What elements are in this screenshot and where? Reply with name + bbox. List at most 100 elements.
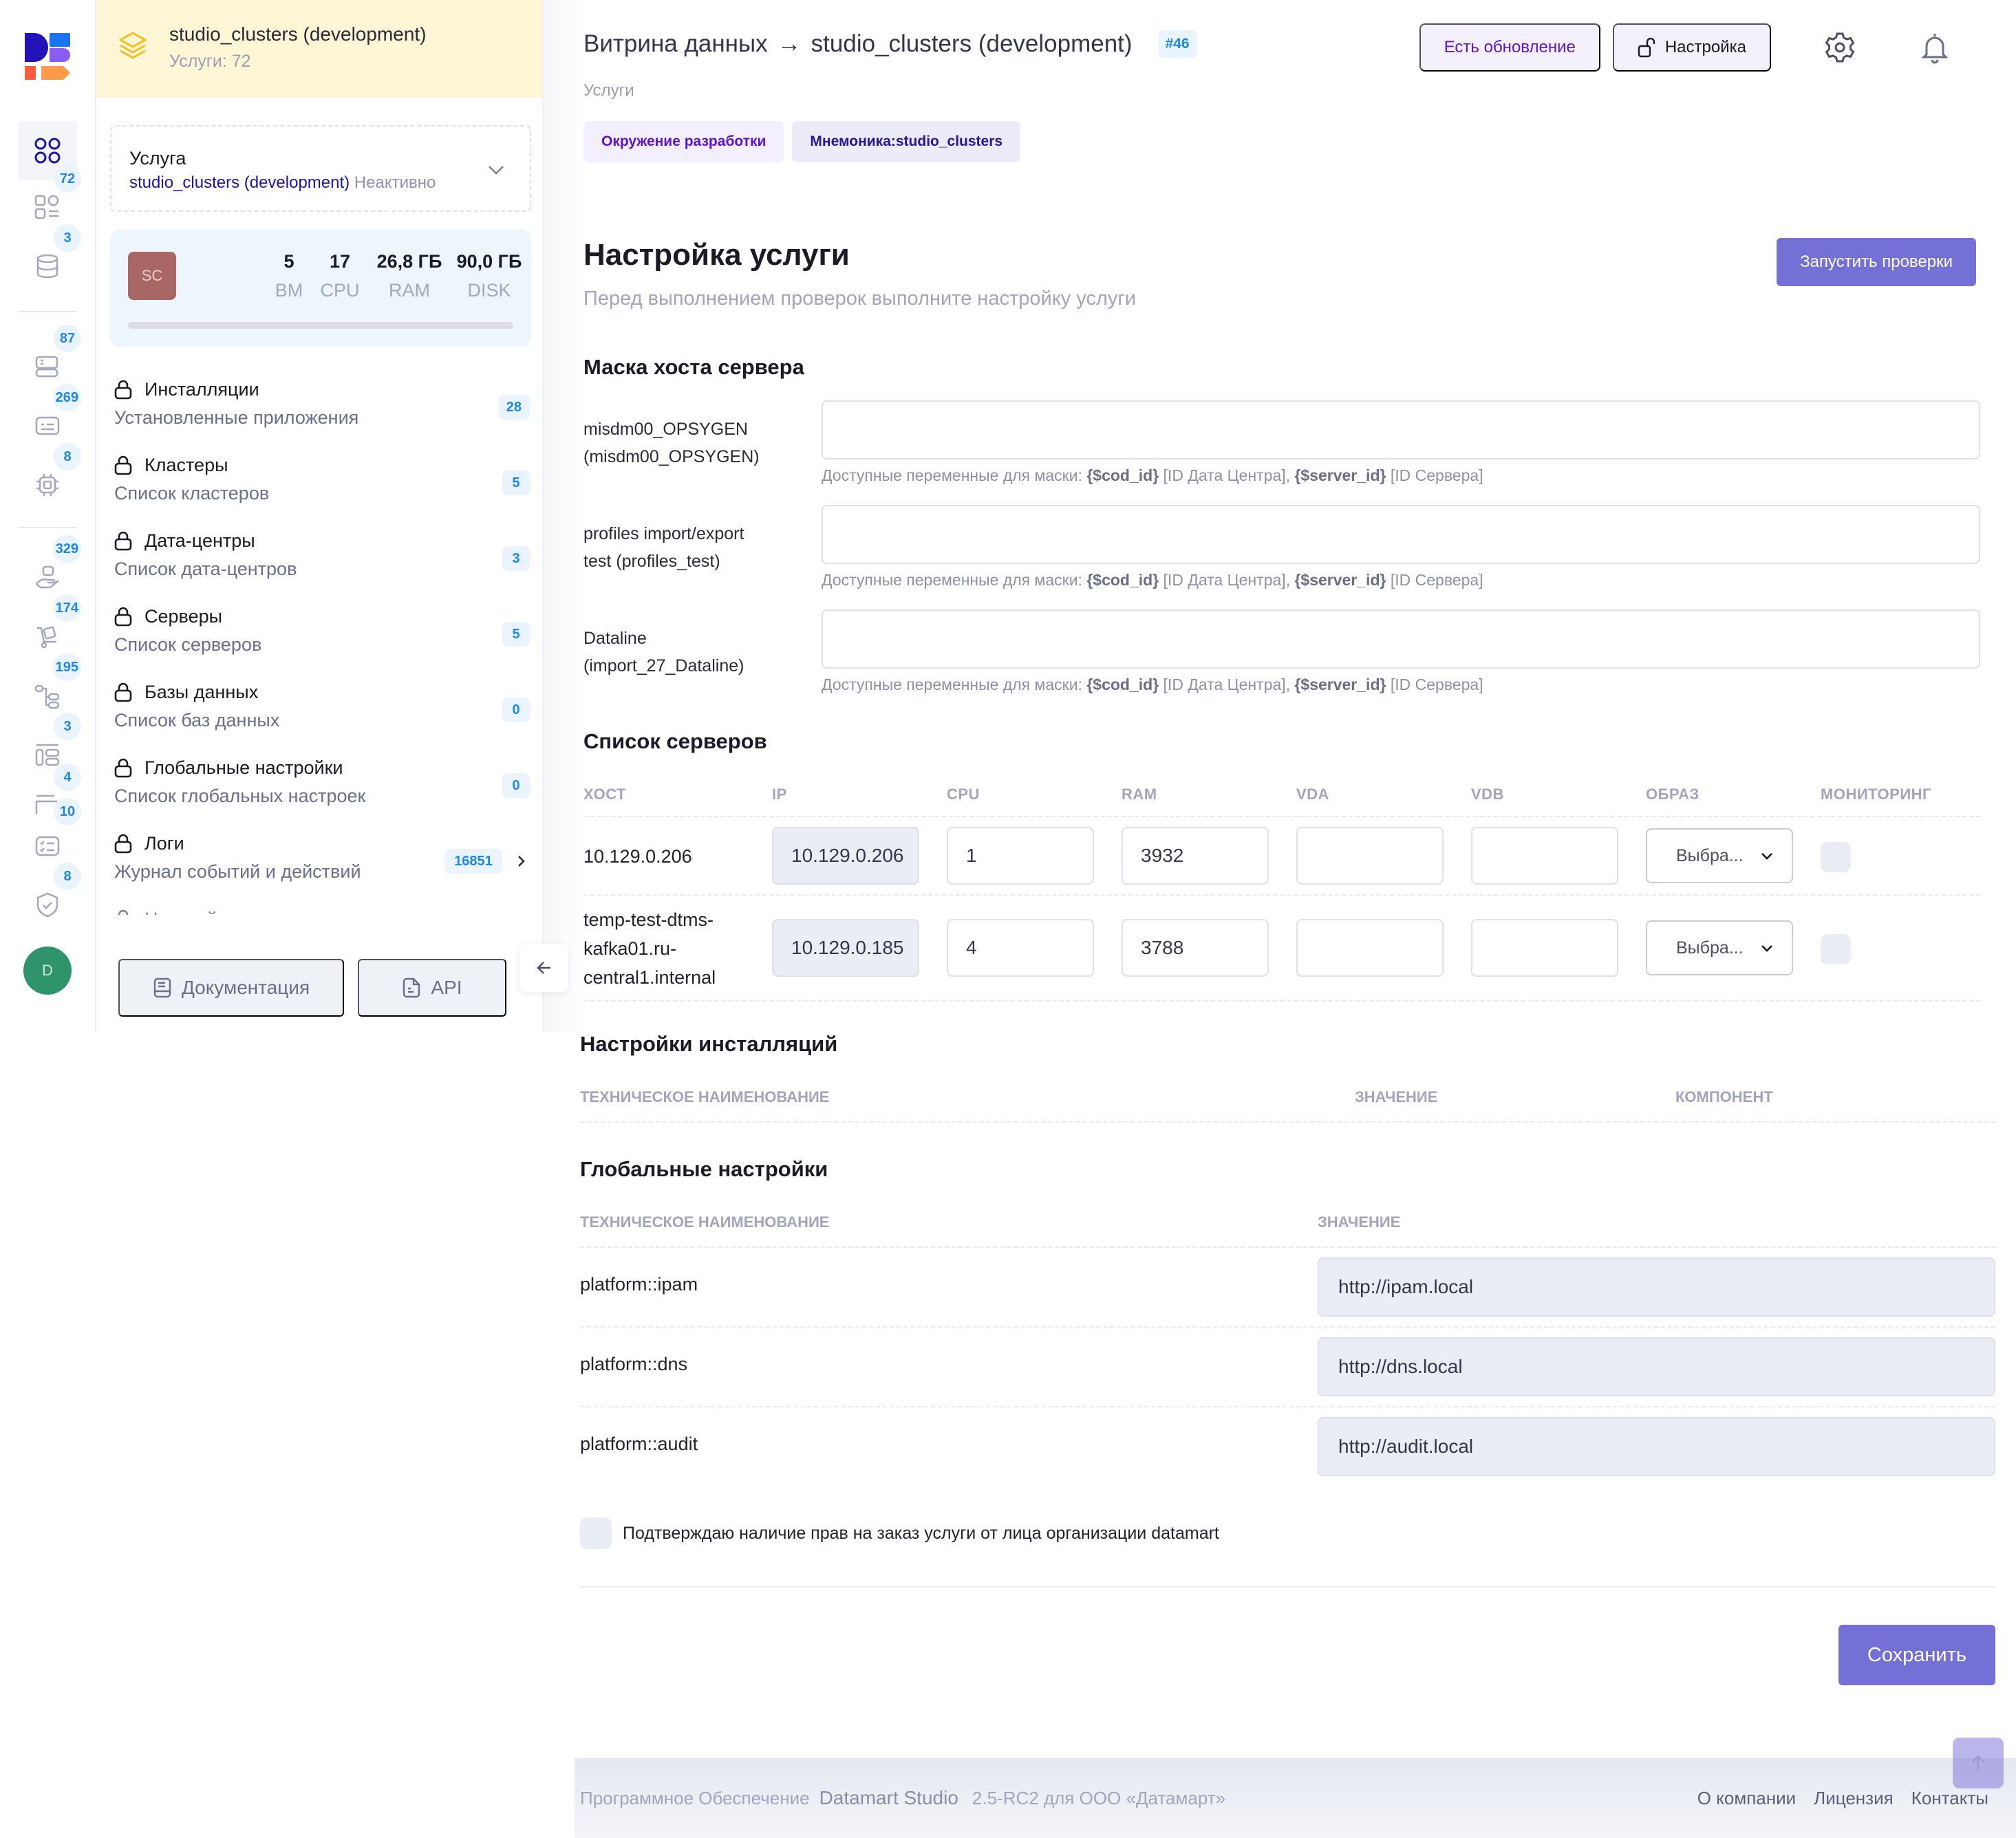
grid-icon <box>34 138 61 164</box>
lock-icon <box>114 682 132 702</box>
api-file-icon <box>403 977 420 998</box>
lock-icon <box>114 758 132 778</box>
servers-table-header: ХОСТ IP CPU RAM VDA VDB ОБРАЗ МОНИТОРИНГ <box>583 779 1980 817</box>
nav-count-badge: 16851 <box>444 849 502 874</box>
sidebar-item-logs[interactable]: Логи Журнал событий и действий 16851 <box>96 819 542 894</box>
rail-badge: 3 <box>54 713 81 740</box>
run-checks-button[interactable]: Запустить проверки <box>1777 238 1976 286</box>
mask-row: profiles import/export test (profiles_tes… <box>583 505 1980 608</box>
nav-count-badge: 0 <box>502 773 530 798</box>
stat-value: 90,0 ГБ <box>456 251 522 272</box>
mask-hint: Доступные переменные для маски: {$cod_id… <box>822 571 1483 590</box>
rail-badge: 195 <box>52 653 81 681</box>
nav-subtitle: Список серверов <box>114 634 262 655</box>
arrow-left-icon <box>537 962 550 974</box>
ram-input[interactable] <box>1122 827 1269 885</box>
cpu-input[interactable] <box>947 919 1094 977</box>
checkbox[interactable] <box>580 1517 612 1549</box>
configure-button[interactable]: Настройка <box>1612 23 1771 72</box>
nav-subtitle: Список дата-центров <box>114 559 297 579</box>
sidebar-item-datacenters[interactable]: Дата-центры Список дата-центров 3 <box>96 516 542 592</box>
rail-badge: 174 <box>52 594 81 622</box>
setting-name: platform::audit <box>580 1434 698 1454</box>
rail-databases[interactable]: 3 <box>18 224 81 296</box>
mask-row: misdm00_OPSYGEN (misdm00_OPSYGEN) Доступн… <box>583 400 1980 504</box>
footer-link-license[interactable]: Лицензия <box>1814 1788 1894 1809</box>
vda-input[interactable] <box>1296 919 1444 977</box>
tag-list: Окружение разработки Мнемоника:studio_cl… <box>583 121 1021 162</box>
ram-input[interactable] <box>1122 919 1269 977</box>
table-row: 10.129.0.206 10.129.0.206 Выбра... <box>583 817 1980 896</box>
lock-icon <box>114 834 132 854</box>
confirm-rights-checkbox[interactable]: Подтверждаю наличие прав на заказ услуги… <box>580 1517 1219 1549</box>
documentation-button[interactable]: Документация <box>118 959 344 1017</box>
page-title: Настройка услуги <box>583 238 850 272</box>
scroll-to-top-button[interactable] <box>1953 1738 2004 1788</box>
database-icon <box>36 254 58 279</box>
nav-title: Серверы <box>144 606 223 627</box>
mask-input[interactable] <box>822 505 1980 564</box>
vda-input[interactable] <box>1296 827 1444 885</box>
documentation-label: Документация <box>181 977 310 998</box>
chevron-right-icon <box>518 856 525 867</box>
icon-rail: 72 3 87 269 8 329 174 195 3 4 10 8 D <box>0 0 96 1032</box>
layout-icon <box>35 744 60 766</box>
mask-label-line: test (profiles_test) <box>583 552 720 571</box>
save-button[interactable]: Сохранить <box>1838 1625 1995 1685</box>
notifications-button[interactable] <box>1914 27 1955 68</box>
sidebar-item-global-settings[interactable]: Глобальные настройки Список глобальных н… <box>96 743 542 819</box>
resources-card: SC 5 ВМ 17 CPU 26,8 ГБ RAM 90,0 ГБ DISK <box>110 230 531 347</box>
column-header: VDA <box>1296 786 1329 803</box>
setting-value: http://ipam.local <box>1318 1257 1995 1317</box>
nav-title: Дата-центры <box>144 530 255 551</box>
rail-security[interactable]: 8 <box>18 863 81 934</box>
vdb-input[interactable] <box>1471 919 1618 977</box>
mask-input[interactable] <box>822 400 1980 460</box>
mask-label: misdm00_OPSYGEN (misdm00_OPSYGEN) <box>583 415 790 471</box>
nav-title: Глобальные настройки <box>144 757 343 778</box>
service-select[interactable]: Услуга studio_clusters (development) Неа… <box>110 125 531 212</box>
image-select[interactable]: Выбра... <box>1646 920 1793 975</box>
datamart-logo[interactable] <box>25 33 70 80</box>
table-row: platform::ipam http://ipam.local <box>580 1248 1995 1328</box>
collapse-sidebar-button[interactable] <box>520 944 568 992</box>
rail-badge: 8 <box>54 443 81 471</box>
vdb-input[interactable] <box>1471 827 1618 885</box>
sidebar-header[interactable]: studio_clusters (development) Услуги: 72 <box>96 0 542 98</box>
hint-text: [ID Дата Центра], <box>1159 466 1295 484</box>
mask-input[interactable] <box>822 609 1980 669</box>
user-avatar[interactable]: D <box>23 947 72 995</box>
sidebar-subtitle: Услуги: 72 <box>169 52 251 71</box>
footer-link-contacts[interactable]: Контакты <box>1911 1788 1988 1809</box>
breadcrumb-root[interactable]: Витрина данных <box>583 30 768 58</box>
cpu-input[interactable] <box>947 827 1094 885</box>
sidebar-item-clusters[interactable]: Кластеры Список кластеров 5 <box>96 440 542 516</box>
column-header: ОБРАЗ <box>1646 786 1699 803</box>
sidebar-item-servers[interactable]: Серверы Список серверов 5 <box>96 592 542 667</box>
mask-label-line: misdm00_OPSYGEN <box>583 420 748 439</box>
rail-badge: 3 <box>54 224 81 252</box>
hint-text: Доступные переменные для маски: <box>822 675 1087 693</box>
footer-link-about[interactable]: О компании <box>1697 1788 1796 1809</box>
section-host-mask: Маска хоста сервера <box>583 355 804 379</box>
api-button[interactable]: API <box>358 959 506 1017</box>
service-state: Неактивно <box>354 173 436 192</box>
settings-button[interactable] <box>1819 27 1860 68</box>
update-available-button[interactable]: Есть обновление <box>1419 23 1600 72</box>
hint-text: [ID Сервера] <box>1386 571 1483 589</box>
monitoring-checkbox[interactable] <box>1821 934 1851 964</box>
column-header: МОНИТОРИНГ <box>1821 786 1931 803</box>
monitoring-checkbox[interactable] <box>1821 842 1851 872</box>
server-host-line: temp-test-dtms- <box>583 909 714 930</box>
nav-subtitle: Список кластеров <box>114 483 270 504</box>
sidebar-item-installations[interactable]: Инсталляции Установленные приложения 28 <box>96 365 542 440</box>
nav-count-badge: 3 <box>502 546 530 571</box>
image-select[interactable]: Выбра... <box>1646 828 1793 883</box>
mask-label-line: (misdm00_OPSYGEN) <box>583 447 760 466</box>
rail-hardware[interactable]: 8 <box>18 443 81 515</box>
confirm-label: Подтверждаю наличие прав на заказ услуги… <box>623 1523 1219 1543</box>
service-select-label: Услуга <box>129 148 186 169</box>
lock-icon <box>114 607 132 627</box>
sidebar-item-databases[interactable]: Базы данных Список баз данных 0 <box>96 667 542 743</box>
arrow-up-icon <box>1972 1755 1984 1770</box>
